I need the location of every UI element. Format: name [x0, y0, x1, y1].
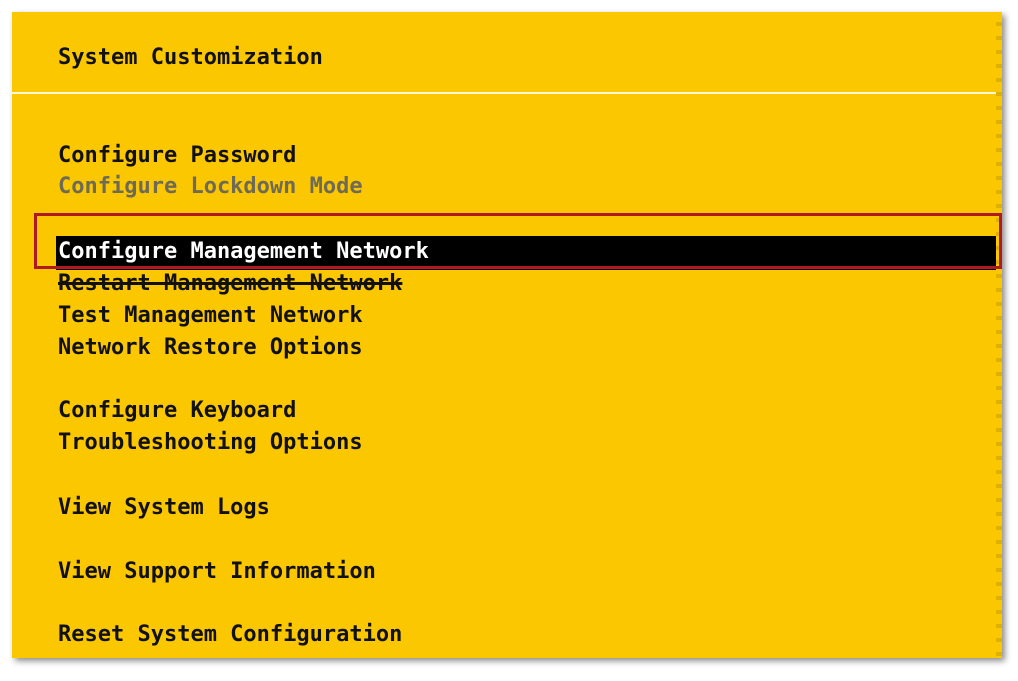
menu-item-test-management-network[interactable]: Test Management Network [58, 300, 363, 332]
menu-item-view-support-information[interactable]: View Support Information [58, 556, 376, 588]
panel-title: System Customization [58, 45, 323, 70]
menu-item-troubleshooting-options[interactable]: Troubleshooting Options [58, 427, 363, 459]
menu-item-configure-lockdown-mode[interactable]: Configure Lockdown Mode [58, 171, 363, 203]
menu-item-network-restore-options[interactable]: Network Restore Options [58, 332, 363, 364]
menu-item-reset-system-configuration[interactable]: Reset System Configuration [58, 619, 402, 651]
menu-item-view-system-logs[interactable]: View System Logs [58, 492, 270, 524]
menu-item-configure-management-network[interactable]: Configure Management Network [56, 236, 1002, 270]
torn-edge-decoration [996, 12, 1002, 658]
menu-item-configure-keyboard[interactable]: Configure Keyboard [58, 395, 296, 427]
system-customization-panel: System Customization Configure Password … [12, 12, 1002, 658]
menu-item-configure-password[interactable]: Configure Password [58, 140, 296, 172]
menu-item-restart-management-network[interactable]: Restart Management Network [58, 268, 402, 300]
title-divider [12, 92, 1002, 94]
